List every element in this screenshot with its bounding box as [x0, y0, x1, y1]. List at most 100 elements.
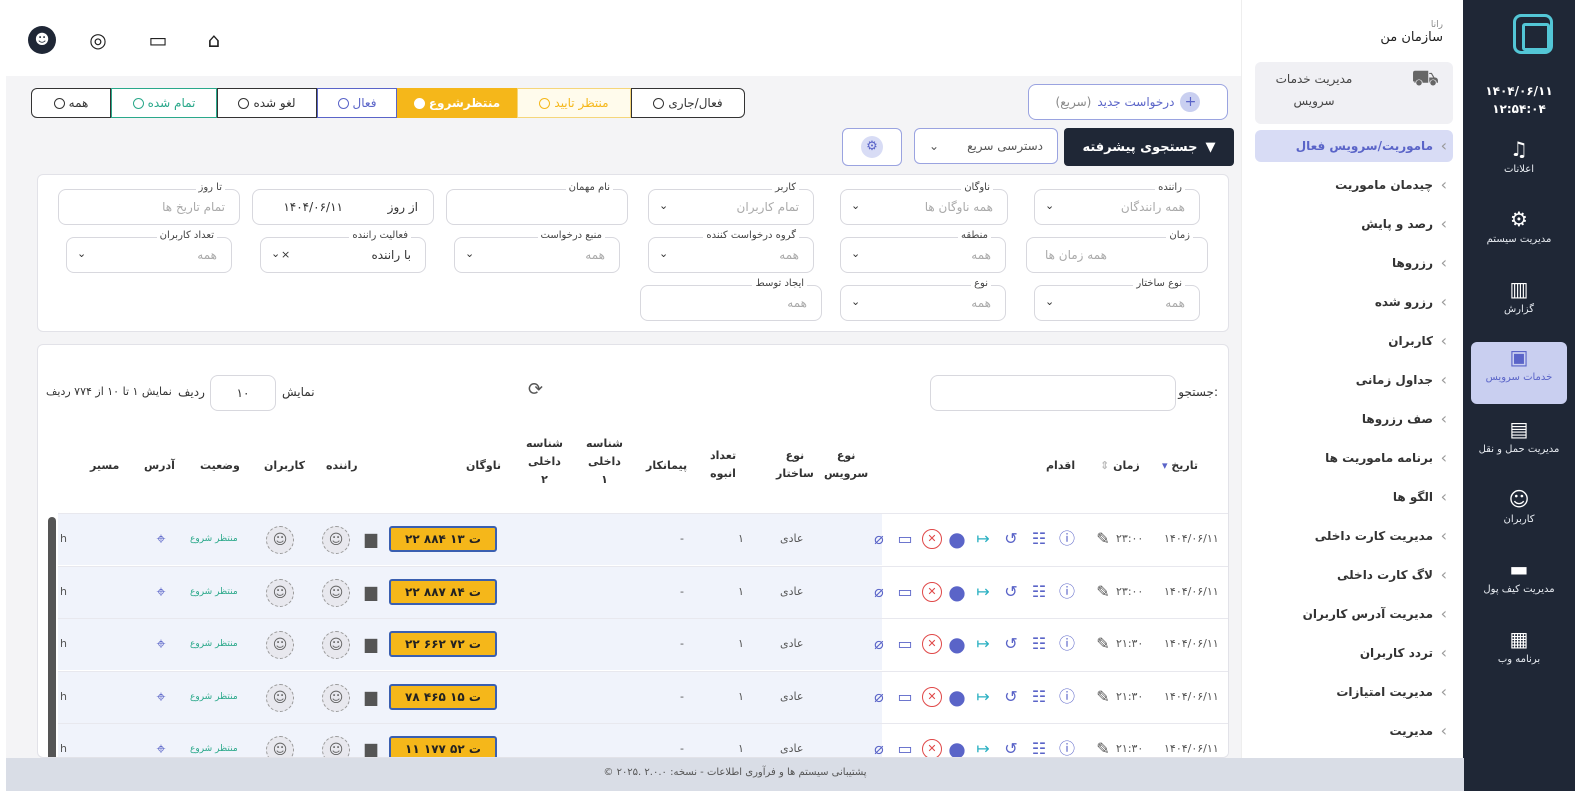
- menu-item-reservation-queue[interactable]: صف رزروها: [1255, 403, 1453, 435]
- attachment-icon[interactable]: ⌀: [868, 528, 890, 550]
- history-icon[interactable]: ↺: [1000, 633, 1022, 655]
- assign-arrow-icon[interactable]: ↦: [972, 581, 994, 603]
- menu-item-reserved[interactable]: رزرو شده: [1255, 286, 1453, 318]
- edit-icon[interactable]: ✎: [1092, 633, 1114, 655]
- nav-notifications[interactable]: ♫ اعلانات: [1463, 134, 1575, 196]
- page-size-input[interactable]: ۱۰: [210, 375, 276, 411]
- status-dot-icon[interactable]: ●: [946, 581, 968, 603]
- status-dot-icon[interactable]: ●: [946, 686, 968, 708]
- menu-item-reservations[interactable]: رزروها: [1255, 247, 1453, 279]
- user-avatar[interactable]: ☺: [266, 578, 294, 607]
- table-scrollbar[interactable]: [48, 517, 56, 757]
- info-icon[interactable]: ⓘ: [1056, 581, 1078, 603]
- driver-activity-select[interactable]: فعالیت راننده با راننده ⌄ ×: [260, 230, 426, 273]
- tab-finished[interactable]: تمام شده: [111, 88, 217, 118]
- created-by-field[interactable]: ایجاد توسط همه: [640, 278, 822, 321]
- attachment-icon[interactable]: ⌀: [868, 633, 890, 655]
- driver-avatar[interactable]: ☺: [322, 631, 350, 659]
- group-icon[interactable]: ☷: [1028, 686, 1050, 708]
- user-avatar[interactable]: ☺: [266, 736, 294, 757]
- info-icon[interactable]: ⓘ: [1056, 528, 1078, 550]
- menu-item-management[interactable]: مدیریت: [1255, 715, 1453, 747]
- user-avatar[interactable]: ☺: [266, 526, 294, 554]
- info-icon[interactable]: ⓘ: [1056, 738, 1078, 757]
- driver-avatar[interactable]: ☺: [322, 683, 350, 712]
- card-icon[interactable]: ▭: [894, 581, 916, 603]
- cancel-icon[interactable]: ✕: [922, 739, 942, 757]
- user-select[interactable]: کاربر تمام کاربران ⌄: [648, 182, 814, 225]
- assign-arrow-icon[interactable]: ↦: [972, 633, 994, 655]
- history-icon[interactable]: ↺: [1000, 738, 1022, 757]
- table-row[interactable]: ۱۴۰۴/۰۶/۱۱ ✎ ۲۳:۰۰ ⓘ ☷ ↺ ↦ ● ✕ ▭ ⌀ عادی …: [58, 513, 1228, 566]
- card-icon[interactable]: ▭: [894, 633, 916, 655]
- time-field[interactable]: زمان همه زمان ها: [1026, 230, 1208, 273]
- header-date[interactable]: ▾ تاریخ: [1162, 457, 1198, 475]
- group-icon[interactable]: ☷: [1028, 581, 1050, 603]
- info-icon[interactable]: ⓘ: [1056, 686, 1078, 708]
- card-icon[interactable]: ▭: [894, 686, 916, 708]
- map-icon[interactable]: ⌖: [150, 633, 172, 655]
- menu-item-timetables[interactable]: جداول زمانی: [1255, 364, 1453, 396]
- clear-icon[interactable]: ×: [281, 248, 290, 261]
- tab-active[interactable]: فعال: [317, 88, 397, 118]
- table-row[interactable]: ۱۴۰۴/۰۶/۱۱ ✎ ۲۱:۳۰ ⓘ ☷ ↺ ↦ ● ✕ ▭ ⌀ عادی …: [58, 670, 1228, 724]
- tab-waiting-start[interactable]: منتظرشروع: [397, 88, 517, 118]
- nav-report[interactable]: ▥ گزارش: [1463, 274, 1575, 336]
- assign-arrow-icon[interactable]: ↦: [972, 738, 994, 757]
- history-icon[interactable]: ↺: [1000, 581, 1022, 603]
- menu-item-points[interactable]: مدیریت امتیازات: [1255, 676, 1453, 708]
- edit-icon[interactable]: ✎: [1092, 686, 1114, 708]
- from-day-field[interactable]: از روز ۱۴۰۴/۰۶/۱۱: [252, 189, 434, 225]
- user-avatar-icon[interactable]: ☻: [28, 26, 56, 54]
- info-icon[interactable]: ⓘ: [1056, 633, 1078, 655]
- menu-item-mission-layout[interactable]: چیدمان ماموریت: [1255, 169, 1453, 201]
- attachment-icon[interactable]: ⌀: [868, 581, 890, 603]
- edit-icon[interactable]: ✎: [1092, 581, 1114, 603]
- tab-current[interactable]: فعال/جاری: [631, 88, 745, 118]
- group-icon[interactable]: ☷: [1028, 738, 1050, 757]
- menu-item-active-missions[interactable]: ماموریت/سرویس فعال: [1255, 130, 1453, 162]
- to-day-field[interactable]: تا روز تمام تاریخ ها: [58, 182, 240, 225]
- driver-avatar[interactable]: ☺: [322, 526, 350, 554]
- group-icon[interactable]: ☷: [1028, 528, 1050, 550]
- card-icon[interactable]: ▭: [894, 528, 916, 550]
- cancel-icon[interactable]: ✕: [922, 581, 942, 602]
- nav-service[interactable]: ▣ خدمات سرویس: [1471, 342, 1567, 404]
- quick-access-dropdown[interactable]: ⌄ دسترسی سریع: [914, 128, 1058, 164]
- user-count-select[interactable]: تعداد کاربران همه ⌄: [66, 230, 232, 273]
- tab-cancelled[interactable]: لغو شده: [217, 88, 317, 118]
- nav-transport[interactable]: ▤ مدیریت حمل و نقل: [1463, 414, 1575, 476]
- type-select[interactable]: نوع همه ⌄: [840, 278, 1006, 321]
- chat-icon[interactable]: ▭: [144, 26, 172, 54]
- guest-name-field[interactable]: نام مهمان: [446, 182, 628, 225]
- settings-button[interactable]: ⚙: [842, 128, 902, 166]
- attachment-icon[interactable]: ⌀: [868, 686, 890, 708]
- map-icon[interactable]: ⌖: [150, 686, 172, 708]
- nav-web-app[interactable]: ▦ برنامه وب: [1463, 624, 1575, 686]
- map-icon[interactable]: ⌖: [150, 581, 172, 603]
- home-icon[interactable]: ⌂: [200, 26, 228, 54]
- user-avatar[interactable]: ☺: [266, 631, 294, 659]
- globe-icon[interactable]: ◎: [84, 26, 112, 54]
- status-dot-icon[interactable]: ●: [946, 633, 968, 655]
- menu-item-templates[interactable]: الگو ها: [1255, 481, 1453, 513]
- menu-item-card-log[interactable]: لاگ کارت داخلی: [1255, 559, 1453, 591]
- assign-arrow-icon[interactable]: ↦: [972, 686, 994, 708]
- assign-arrow-icon[interactable]: ↦: [972, 528, 994, 550]
- table-row[interactable]: ۱۴۰۴/۰۶/۱۱ ✎ ۲۱:۳۰ ⓘ ☷ ↺ ↦ ● ✕ ▭ ⌀ عادی …: [58, 723, 1228, 757]
- structure-type-select[interactable]: نوع ساختار همه ⌄: [1034, 278, 1200, 321]
- cancel-icon[interactable]: ✕: [922, 529, 942, 549]
- menu-item-users[interactable]: کاربران: [1255, 325, 1453, 357]
- status-dot-icon[interactable]: ●: [946, 738, 968, 757]
- status-dot-icon[interactable]: ●: [946, 528, 968, 550]
- edit-icon[interactable]: ✎: [1092, 738, 1114, 757]
- cancel-icon[interactable]: ✕: [922, 634, 942, 654]
- table-row[interactable]: ۱۴۰۴/۰۶/۱۱ ✎ ۲۳:۰۰ ⓘ ☷ ↺ ↦ ● ✕ ▭ ⌀ عادی …: [58, 565, 1228, 619]
- cancel-icon[interactable]: ✕: [922, 686, 942, 707]
- refresh-icon[interactable]: ⟳: [528, 379, 543, 400]
- card-icon[interactable]: ▭: [894, 738, 916, 757]
- search-input[interactable]: [930, 375, 1176, 411]
- group-icon[interactable]: ☷: [1028, 633, 1050, 655]
- edit-icon[interactable]: ✎: [1092, 528, 1114, 550]
- history-icon[interactable]: ↺: [1000, 528, 1022, 550]
